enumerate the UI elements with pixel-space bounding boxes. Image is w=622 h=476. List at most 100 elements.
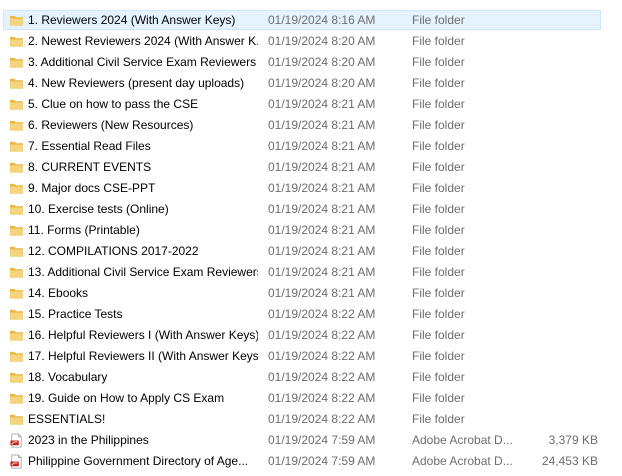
file-name: 5. Clue on how to pass the CSE — [28, 97, 199, 111]
file-row[interactable]: 14. Ebooks 01/19/2024 8:21 AM File folder — [0, 283, 622, 304]
file-list: 1. Reviewers 2024 (With Answer Keys) 01/1… — [0, 10, 622, 472]
file-row[interactable]: 2023 in the Philippines 01/19/2024 7:59 A… — [0, 430, 622, 451]
file-date-modified: 01/19/2024 8:22 AM — [268, 328, 376, 342]
file-name: Philippine Government Directory of Age..… — [28, 454, 249, 468]
file-type: Adobe Acrobat D... — [412, 433, 513, 447]
file-date-modified: 01/19/2024 7:59 AM — [268, 433, 376, 447]
folder-icon — [9, 328, 24, 343]
file-type: File folder — [412, 349, 465, 363]
folder-icon — [9, 370, 24, 385]
file-row[interactable]: 10. Exercise tests (Online) 01/19/2024 8:… — [0, 199, 622, 220]
file-date-modified: 01/19/2024 8:22 AM — [268, 412, 376, 426]
file-name: 10. Exercise tests (Online) — [28, 202, 169, 216]
file-name: 9. Major docs CSE-PPT — [28, 181, 156, 195]
file-row[interactable]: 7. Essential Read Files 01/19/2024 8:21 A… — [0, 136, 622, 157]
file-date-modified: 01/19/2024 8:22 AM — [268, 391, 376, 405]
file-name: 11. Forms (Printable) — [28, 223, 140, 237]
file-name: 1. Reviewers 2024 (With Answer Keys) — [28, 13, 236, 27]
file-name: 7. Essential Read Files — [28, 139, 151, 153]
file-row[interactable]: 15. Practice Tests 01/19/2024 8:22 AM File… — [0, 304, 622, 325]
file-date-modified: 01/19/2024 8:21 AM — [268, 286, 376, 300]
file-date-modified: 01/19/2024 8:21 AM — [268, 223, 376, 237]
file-row[interactable]: 1. Reviewers 2024 (With Answer Keys) 01/1… — [0, 10, 622, 31]
file-type: File folder — [412, 34, 465, 48]
file-type: File folder — [412, 244, 465, 258]
file-row[interactable]: 5. Clue on how to pass the CSE 01/19/2024… — [0, 94, 622, 115]
file-type: File folder — [412, 307, 465, 321]
folder-icon — [9, 76, 24, 91]
folder-icon — [9, 55, 24, 70]
file-type: File folder — [412, 55, 465, 69]
file-name: 2. Newest Reviewers 2024 (With Answer K.… — [28, 34, 258, 48]
file-type: File folder — [412, 97, 465, 111]
pdf-icon — [9, 433, 24, 448]
file-type: File folder — [412, 265, 465, 279]
file-date-modified: 01/19/2024 8:21 AM — [268, 181, 376, 195]
file-row[interactable]: 19. Guide on How to Apply CS Exam 01/19/2… — [0, 388, 622, 409]
file-date-modified: 01/19/2024 7:59 AM — [268, 454, 376, 468]
file-type: File folder — [412, 118, 465, 132]
folder-icon — [9, 286, 24, 301]
file-date-modified: 01/19/2024 8:22 AM — [268, 307, 376, 321]
file-date-modified: 01/19/2024 8:22 AM — [268, 349, 376, 363]
file-row[interactable]: 9. Major docs CSE-PPT 01/19/2024 8:21 AM F… — [0, 178, 622, 199]
file-row[interactable]: 6. Reviewers (New Resources) 01/19/2024 8… — [0, 115, 622, 136]
file-row[interactable]: 4. New Reviewers (present day uploads) 01… — [0, 73, 622, 94]
file-name: 8. CURRENT EVENTS — [28, 160, 152, 174]
file-type: File folder — [412, 391, 465, 405]
file-size: 3,379 KB — [548, 433, 598, 447]
file-row[interactable]: 8. CURRENT EVENTS 01/19/2024 8:21 AM File … — [0, 157, 622, 178]
file-date-modified: 01/19/2024 8:21 AM — [268, 118, 376, 132]
file-name: ESSENTIALS! — [28, 412, 106, 426]
folder-icon — [9, 34, 24, 49]
folder-icon — [9, 391, 24, 406]
file-type: File folder — [412, 370, 465, 384]
folder-icon — [9, 307, 24, 322]
folder-icon — [9, 118, 24, 133]
folder-icon — [9, 139, 24, 154]
file-type: File folder — [412, 181, 465, 195]
folder-icon — [9, 265, 24, 280]
file-row[interactable]: 17. Helpful Reviewers II (With Answer Ke… — [0, 346, 622, 367]
file-name: 15. Practice Tests — [28, 307, 123, 321]
file-type: File folder — [412, 328, 465, 342]
file-date-modified: 01/19/2024 8:20 AM — [268, 76, 376, 90]
file-type: File folder — [412, 13, 465, 27]
pdf-icon — [9, 454, 24, 469]
file-name: 14. Ebooks — [28, 286, 89, 300]
file-type: File folder — [412, 76, 465, 90]
file-type: File folder — [412, 223, 465, 237]
file-name: 13. Additional Civil Service Exam Review… — [28, 265, 258, 279]
file-name: 3. Additional Civil Service Exam Reviewe… — [28, 55, 257, 69]
file-name: 6. Reviewers (New Resources) — [28, 118, 194, 132]
file-size: 24,453 KB — [541, 454, 598, 468]
file-date-modified: 01/19/2024 8:22 AM — [268, 370, 376, 384]
file-row[interactable]: 13. Additional Civil Service Exam Review… — [0, 262, 622, 283]
file-type: File folder — [412, 202, 465, 216]
file-row[interactable]: 16. Helpful Reviewers I (With Answer Key… — [0, 325, 622, 346]
folder-icon — [9, 412, 24, 427]
file-row[interactable]: ESSENTIALS! 01/19/2024 8:22 AM File folder — [0, 409, 622, 430]
file-date-modified: 01/19/2024 8:16 AM — [268, 13, 376, 27]
file-name: 2023 in the Philippines — [28, 433, 149, 447]
file-date-modified: 01/19/2024 8:20 AM — [268, 34, 376, 48]
file-row[interactable]: Philippine Government Directory of Age..… — [0, 451, 622, 472]
file-date-modified: 01/19/2024 8:21 AM — [268, 139, 376, 153]
file-row[interactable]: 18. Vocabulary 01/19/2024 8:22 AM File fol… — [0, 367, 622, 388]
file-row[interactable]: 3. Additional Civil Service Exam Reviewe… — [0, 52, 622, 73]
folder-icon — [9, 223, 24, 238]
file-type: File folder — [412, 286, 465, 300]
file-row[interactable]: 2. Newest Reviewers 2024 (With Answer K.… — [0, 31, 622, 52]
folder-icon — [9, 349, 24, 364]
file-name: 18. Vocabulary — [28, 370, 108, 384]
file-row[interactable]: 12. COMPILATIONS 2017-2022 01/19/2024 8:2… — [0, 241, 622, 262]
file-date-modified: 01/19/2024 8:21 AM — [268, 265, 376, 279]
file-type: Adobe Acrobat D... — [412, 454, 513, 468]
folder-icon — [9, 244, 24, 259]
file-name: 17. Helpful Reviewers II (With Answer Ke… — [28, 349, 258, 363]
file-type: File folder — [412, 139, 465, 153]
folder-icon — [9, 97, 24, 112]
file-name: 19. Guide on How to Apply CS Exam — [28, 391, 225, 405]
file-date-modified: 01/19/2024 8:21 AM — [268, 160, 376, 174]
file-row[interactable]: 11. Forms (Printable) 01/19/2024 8:21 AM F… — [0, 220, 622, 241]
